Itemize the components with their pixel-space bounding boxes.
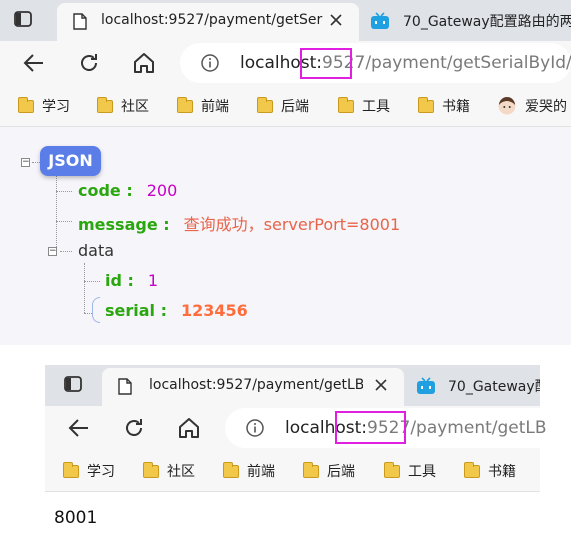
folder-icon — [223, 461, 239, 478]
page-content: 8001 — [45, 492, 540, 541]
folder-icon — [18, 96, 34, 113]
json-row-message: message : 查询成功，serverPort=8001 — [78, 211, 400, 235]
tab-overview-icon[interactable] — [63, 374, 83, 394]
json-key: id : — [105, 271, 134, 290]
json-value: 200 — [146, 181, 178, 200]
json-key: serial : — [105, 301, 167, 320]
page-icon — [73, 13, 87, 30]
url-text[interactable]: localhost:9527/payment/getSerialById/1 — [240, 53, 571, 73]
browser-window-1: localhost:9527/payment/getSeria 70_Gatew… — [0, 0, 571, 345]
url-path: /payment/getSerialById/1 — [365, 53, 571, 73]
home-icon[interactable] — [177, 416, 201, 440]
selection-bracket — [92, 297, 100, 323]
bilibili-icon — [370, 12, 390, 30]
tab-title[interactable]: 70_Gateway配置路由的两 — [403, 11, 571, 31]
json-value: 1 — [147, 271, 159, 290]
json-key: message : — [78, 215, 170, 234]
folder-icon — [464, 461, 480, 478]
folder-icon — [97, 96, 113, 113]
folder-icon — [303, 461, 319, 478]
json-value: 查询成功，serverPort=8001 — [183, 215, 401, 234]
address-bar[interactable]: localhost:9527/payment/getSerialById/1 — [180, 43, 571, 83]
folder-icon — [63, 461, 79, 478]
avatar-icon — [498, 97, 516, 115]
back-arrow-icon[interactable] — [22, 52, 46, 74]
folder-icon — [384, 461, 400, 478]
url-text[interactable]: localhost:9527/payment/getLB — [285, 418, 547, 438]
bookmark-folder[interactable]: 社区 — [97, 96, 149, 116]
tree-connector — [56, 191, 72, 192]
bookmark-folder[interactable]: 工具 — [384, 461, 436, 481]
info-icon[interactable] — [200, 53, 220, 73]
folder-icon — [257, 96, 273, 113]
tab-title: localhost:9527/payment/getLB — [149, 377, 363, 393]
json-key: code : — [78, 181, 133, 200]
bookmark-folder[interactable]: 后端 — [257, 96, 309, 116]
bookmarks-bar: 学习 社区 前端 后端 工具 书籍 爱哭的 — [0, 86, 571, 127]
tab-title: localhost:9527/payment/getSeria — [101, 12, 323, 28]
folder-icon — [143, 461, 159, 478]
tree-connector — [84, 263, 85, 313]
home-icon[interactable] — [132, 51, 156, 75]
tree-connector — [84, 281, 100, 282]
tab-strip: localhost:9527/payment/getSeria 70_Gatew… — [0, 0, 571, 41]
tree-connector — [84, 313, 92, 314]
json-key-data[interactable]: data — [78, 241, 114, 260]
bookmark-folder[interactable]: 后端 — [303, 461, 355, 481]
navigation-bar: localhost:9527/payment/getSerialById/1 — [0, 41, 571, 86]
bookmark-folder[interactable]: 社区 — [143, 461, 195, 481]
json-root-badge[interactable]: JSON — [40, 146, 101, 176]
folder-icon — [418, 96, 434, 113]
refresh-icon[interactable] — [122, 416, 146, 440]
close-icon[interactable] — [373, 377, 389, 393]
tree-connector — [56, 221, 72, 222]
bookmark-folder[interactable]: 前端 — [223, 461, 275, 481]
collapse-toggle-icon[interactable]: − — [21, 158, 30, 167]
info-icon[interactable] — [245, 418, 265, 438]
tab-active[interactable]: localhost:9527/payment/getLB — [102, 368, 404, 406]
browser-window-2: localhost:9527/payment/getLB 70_Gateway配… — [45, 365, 547, 541]
bookmark-folder[interactable]: 书籍 — [464, 461, 516, 481]
back-arrow-icon[interactable] — [67, 417, 91, 439]
tab-title[interactable]: 70_Gateway配 — [448, 376, 540, 396]
json-value: 123456 — [181, 301, 248, 320]
tree-connector — [56, 175, 57, 253]
json-row-id: id : 1 — [105, 271, 158, 290]
navigation-bar: localhost:9527/payment/getLB — [45, 406, 547, 451]
bookmark-item[interactable]: 爱哭的 — [498, 96, 567, 116]
page-icon — [118, 378, 132, 395]
folder-icon — [338, 96, 354, 113]
collapse-toggle-icon[interactable]: − — [48, 247, 57, 256]
bookmark-folder[interactable]: 工具 — [338, 96, 390, 116]
bookmarks-bar: 学习 社区 前端 后端 工具 书籍 — [45, 451, 540, 492]
json-viewer: − − JSON code : 200 message : 查询成功，serverP… — [0, 127, 571, 345]
bookmark-folder[interactable]: 学习 — [63, 461, 115, 481]
response-text: 8001 — [54, 508, 98, 528]
json-row-code: code : 200 — [78, 181, 177, 200]
port-highlight-box — [300, 48, 352, 79]
tab-active[interactable]: localhost:9527/payment/getSeria — [57, 3, 359, 41]
bookmark-folder[interactable]: 学习 — [18, 96, 70, 116]
tree-connector — [60, 251, 72, 252]
folder-icon — [177, 96, 193, 113]
bilibili-icon — [416, 377, 436, 395]
bookmark-folder[interactable]: 前端 — [177, 96, 229, 116]
url-path: /payment/getLB — [410, 418, 547, 438]
close-icon[interactable] — [328, 12, 344, 28]
port-highlight-box — [335, 411, 406, 444]
bookmark-folder[interactable]: 书籍 — [418, 96, 470, 116]
json-row-serial: serial : 123456 — [105, 301, 248, 320]
tab-overview-icon[interactable] — [13, 9, 33, 29]
refresh-icon[interactable] — [77, 51, 101, 75]
tab-strip: localhost:9527/payment/getLB 70_Gateway配 — [45, 365, 540, 406]
